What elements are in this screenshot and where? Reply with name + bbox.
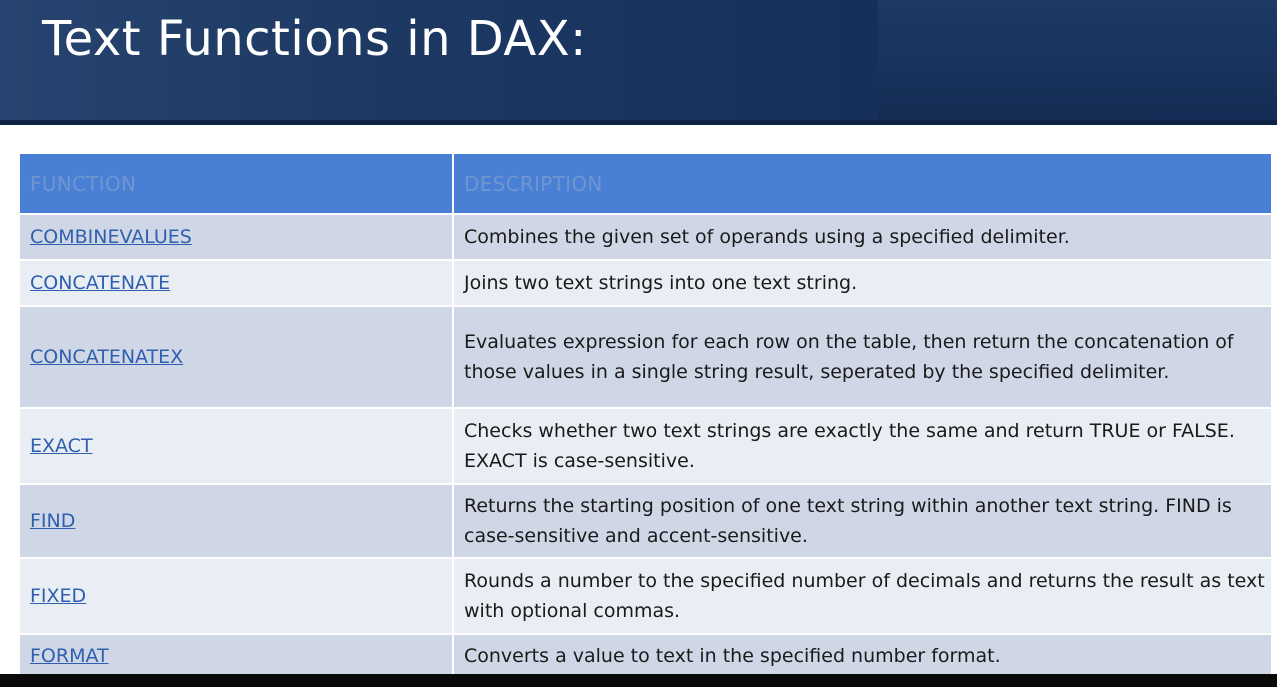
function-link-format[interactable]: FORMAT (30, 641, 109, 671)
function-cell: FORMAT (20, 635, 452, 677)
table-row: FORMAT Converts a value to text in the s… (20, 635, 1271, 677)
table-header-row: FUNCTION DESCRIPTION (20, 154, 1271, 213)
function-link-combinevalues[interactable]: COMBINEVALUES (30, 222, 192, 252)
function-cell: CONCATENATE (20, 261, 452, 305)
function-link-concatenatex[interactable]: CONCATENATEX (30, 342, 183, 372)
slide-title: Text Functions in DAX: (42, 11, 587, 67)
table-row: CONCATENATE Joins two text strings into … (20, 261, 1271, 305)
function-cell: EXACT (20, 409, 452, 483)
table-row: CONCATENATEX Evaluates expression for ea… (20, 307, 1271, 407)
table-row: COMBINEVALUES Combines the given set of … (20, 215, 1271, 259)
description-cell: Evaluates expression for each row on the… (454, 307, 1271, 407)
text-functions-table: FUNCTION DESCRIPTION COMBINEVALUES Combi… (20, 154, 1271, 679)
table-row: FIXED Rounds a number to the specified n… (20, 559, 1271, 633)
table-row: EXACT Checks whether two text strings ar… (20, 409, 1271, 483)
function-link-concatenate[interactable]: CONCATENATE (30, 268, 170, 298)
function-cell: CONCATENATEX (20, 307, 452, 407)
description-cell: Rounds a number to the specified number … (454, 559, 1271, 633)
function-cell: FIND (20, 485, 452, 557)
function-cell: FIXED (20, 559, 452, 633)
banner-right-panel (878, 0, 1277, 125)
description-cell: Converts a value to text in the specifie… (454, 635, 1271, 677)
title-banner: Text Functions in DAX: (0, 0, 1277, 125)
description-cell: Joins two text strings into one text str… (454, 261, 1271, 305)
function-link-find[interactable]: FIND (30, 506, 75, 536)
banner-divider (0, 120, 1277, 125)
bottom-edge-bar (0, 674, 1277, 687)
function-link-fixed[interactable]: FIXED (30, 581, 86, 611)
description-cell: Checks whether two text strings are exac… (454, 409, 1271, 483)
table-row: FIND Returns the starting position of on… (20, 485, 1271, 557)
header-function: FUNCTION (20, 154, 452, 213)
function-cell: COMBINEVALUES (20, 215, 452, 259)
header-description: DESCRIPTION (454, 154, 1271, 213)
description-cell: Returns the starting position of one tex… (454, 485, 1271, 557)
description-cell: Combines the given set of operands using… (454, 215, 1271, 259)
function-link-exact[interactable]: EXACT (30, 431, 93, 461)
